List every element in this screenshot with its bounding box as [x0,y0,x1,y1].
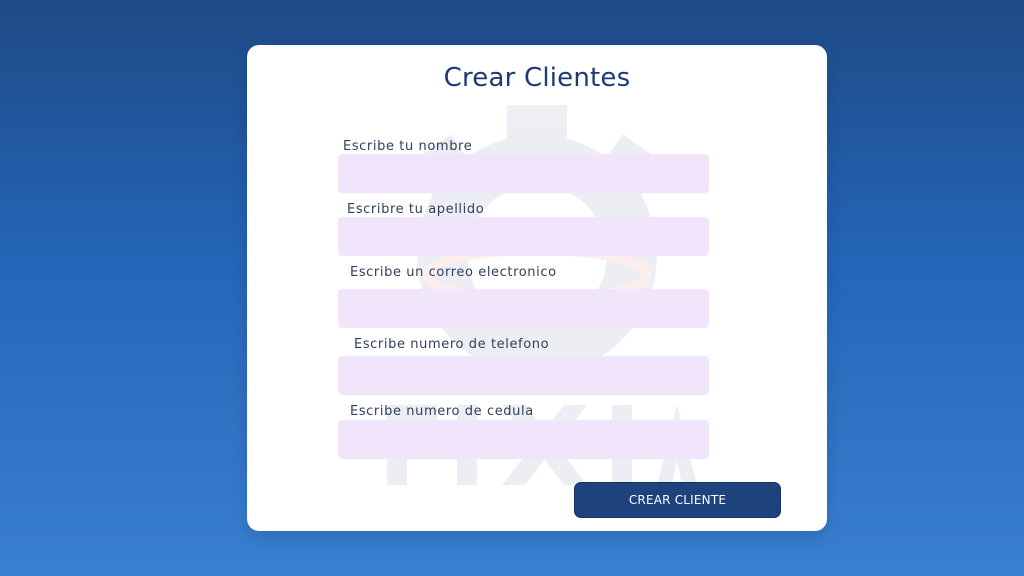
first-name-label: Escribe tu nombre [343,139,473,154]
phone-label: Escribe numero de telefono [354,337,550,352]
first-name-input[interactable] [338,154,709,193]
id-number-input[interactable] [338,420,709,459]
create-client-card: Crear Clientes Escribe tu nombre Escribr… [247,45,827,531]
email-label: Escribe un correo electronico [350,265,557,280]
page-title: Crear Clientes [443,63,631,93]
email-input[interactable] [338,289,709,328]
last-name-label: Escribre tu apellido [347,202,485,217]
create-client-button[interactable]: CREAR CLIENTE [574,482,781,518]
last-name-input[interactable] [338,217,709,256]
phone-input[interactable] [338,356,709,395]
id-number-label: Escribe numero de cedula [350,404,534,419]
